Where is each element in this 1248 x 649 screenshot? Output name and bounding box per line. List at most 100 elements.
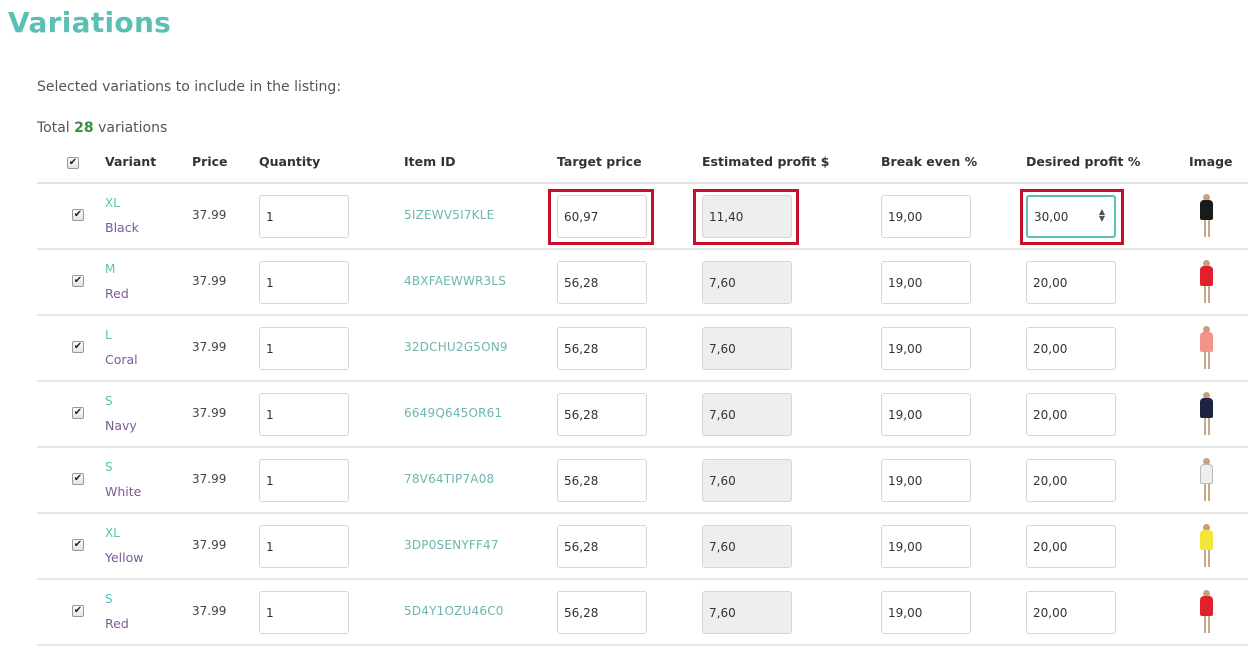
item-id-link[interactable]: 78V64TIP7A08 bbox=[404, 472, 494, 486]
table-row: ✔ L Coral 37.99 32DCHU2G5ON9 bbox=[37, 316, 1248, 382]
black-dress-icon[interactable] bbox=[1197, 194, 1217, 240]
row-checkbox[interactable]: ✔ bbox=[72, 605, 84, 617]
figure-leg bbox=[1208, 484, 1210, 501]
estimated-profit-field bbox=[702, 393, 792, 436]
quantity-input[interactable] bbox=[259, 591, 349, 634]
variant-color: Navy bbox=[105, 418, 137, 433]
figure-leg bbox=[1204, 550, 1206, 567]
price-value: 37.99 bbox=[192, 406, 227, 420]
quantity-input[interactable] bbox=[259, 459, 349, 502]
quantity-input[interactable] bbox=[259, 393, 349, 436]
red-dress-icon[interactable] bbox=[1197, 590, 1217, 636]
desired-profit-input[interactable] bbox=[1026, 591, 1116, 634]
yellow-dress-icon[interactable] bbox=[1197, 524, 1217, 570]
total-count: 28 bbox=[74, 120, 94, 136]
variant-size: S bbox=[105, 592, 113, 606]
item-id-link[interactable]: 32DCHU2G5ON9 bbox=[404, 340, 508, 354]
target-price-input[interactable] bbox=[557, 195, 647, 238]
estimated-profit-field bbox=[702, 195, 792, 238]
white-dress-icon[interactable] bbox=[1197, 458, 1217, 504]
page-title: Variations bbox=[8, 6, 172, 39]
variant-size: S bbox=[105, 394, 113, 408]
figure-leg bbox=[1204, 484, 1206, 501]
price-value: 37.99 bbox=[192, 340, 227, 354]
variations-table: ✔ Variant Price Quantity Item ID Target … bbox=[37, 140, 1248, 646]
quantity-input[interactable] bbox=[259, 327, 349, 370]
break-even-input[interactable] bbox=[881, 591, 971, 634]
quantity-input[interactable] bbox=[259, 261, 349, 304]
row-checkbox[interactable]: ✔ bbox=[72, 539, 84, 551]
column-header-quantity: Quantity bbox=[259, 154, 321, 169]
estimated-profit-field bbox=[702, 261, 792, 304]
red-dress-icon[interactable] bbox=[1197, 260, 1217, 306]
figure-leg bbox=[1204, 220, 1206, 237]
column-header-desired-profit: Desired profit % bbox=[1026, 154, 1141, 169]
dress-swatch bbox=[1200, 464, 1213, 484]
break-even-input[interactable] bbox=[881, 459, 971, 502]
item-id-link[interactable]: 5D4Y1OZU46C0 bbox=[404, 604, 504, 618]
dress-swatch bbox=[1200, 200, 1213, 220]
navy-dress-icon[interactable] bbox=[1197, 392, 1217, 438]
dress-swatch bbox=[1200, 596, 1213, 616]
desired-profit-input[interactable] bbox=[1026, 327, 1116, 370]
price-value: 37.99 bbox=[192, 472, 227, 486]
total-suffix: variations bbox=[98, 120, 168, 136]
column-header-price: Price bbox=[192, 154, 228, 169]
total-variations: Total 28 variations bbox=[37, 120, 167, 136]
variant-size: L bbox=[105, 328, 112, 342]
selection-instructions: Selected variations to include in the li… bbox=[37, 79, 342, 95]
target-price-input[interactable] bbox=[557, 525, 647, 568]
break-even-input[interactable] bbox=[881, 327, 971, 370]
break-even-input[interactable] bbox=[881, 261, 971, 304]
quantity-input[interactable] bbox=[259, 525, 349, 568]
table-row: ✔ S Red 37.99 5D4Y1OZU46C0 bbox=[37, 580, 1248, 646]
item-id-link[interactable]: 3DP0SENYFF47 bbox=[404, 538, 499, 552]
desired-profit-input[interactable] bbox=[1026, 525, 1116, 568]
row-checkbox[interactable]: ✔ bbox=[72, 341, 84, 353]
quantity-input[interactable] bbox=[259, 195, 349, 238]
estimated-profit-field bbox=[702, 459, 792, 502]
desired-profit-input[interactable] bbox=[1026, 261, 1116, 304]
table-row: ✔ XL Black 37.99 5IZEWV5I7KLE ▲▼ bbox=[37, 184, 1248, 250]
coral-dress-icon[interactable] bbox=[1197, 326, 1217, 372]
variant-color: White bbox=[105, 484, 142, 499]
price-value: 37.99 bbox=[192, 208, 227, 222]
target-price-input[interactable] bbox=[557, 393, 647, 436]
row-checkbox[interactable]: ✔ bbox=[72, 275, 84, 287]
price-value: 37.99 bbox=[192, 538, 227, 552]
item-id-link[interactable]: 6649Q645OR61 bbox=[404, 406, 502, 420]
variant-color: Coral bbox=[105, 352, 138, 367]
target-price-input[interactable] bbox=[557, 261, 647, 304]
row-checkbox[interactable]: ✔ bbox=[72, 209, 84, 221]
variant-size: XL bbox=[105, 196, 120, 210]
dress-swatch bbox=[1200, 266, 1213, 286]
column-header-image: Image bbox=[1189, 154, 1233, 169]
figure-leg bbox=[1208, 286, 1210, 303]
select-all-checkbox[interactable]: ✔ bbox=[67, 157, 79, 169]
break-even-input[interactable] bbox=[881, 525, 971, 568]
variant-size: XL bbox=[105, 526, 120, 540]
item-id-link[interactable]: 5IZEWV5I7KLE bbox=[404, 208, 494, 222]
table-header: ✔ Variant Price Quantity Item ID Target … bbox=[37, 140, 1248, 184]
break-even-input[interactable] bbox=[881, 195, 971, 238]
total-prefix: Total bbox=[37, 120, 70, 136]
table-row: ✔ S Navy 37.99 6649Q645OR61 bbox=[37, 382, 1248, 448]
desired-profit-input[interactable] bbox=[1026, 393, 1116, 436]
break-even-input[interactable] bbox=[881, 393, 971, 436]
desired-profit-input[interactable] bbox=[1026, 459, 1116, 502]
dress-swatch bbox=[1200, 332, 1213, 352]
figure-leg bbox=[1204, 616, 1206, 633]
spinner-arrows-icon[interactable]: ▲ ▼ bbox=[1096, 208, 1108, 224]
target-price-input[interactable] bbox=[557, 327, 647, 370]
row-checkbox[interactable]: ✔ bbox=[72, 473, 84, 485]
estimated-profit-field bbox=[702, 591, 792, 634]
target-price-input[interactable] bbox=[557, 591, 647, 634]
figure-leg bbox=[1208, 418, 1210, 435]
table-row: ✔ XL Yellow 37.99 3DP0SENYFF47 bbox=[37, 514, 1248, 580]
dress-swatch bbox=[1200, 398, 1213, 418]
column-header-item-id: Item ID bbox=[404, 154, 456, 169]
target-price-input[interactable] bbox=[557, 459, 647, 502]
row-checkbox[interactable]: ✔ bbox=[72, 407, 84, 419]
figure-leg bbox=[1208, 220, 1210, 237]
item-id-link[interactable]: 4BXFAEWWR3LS bbox=[404, 274, 506, 288]
